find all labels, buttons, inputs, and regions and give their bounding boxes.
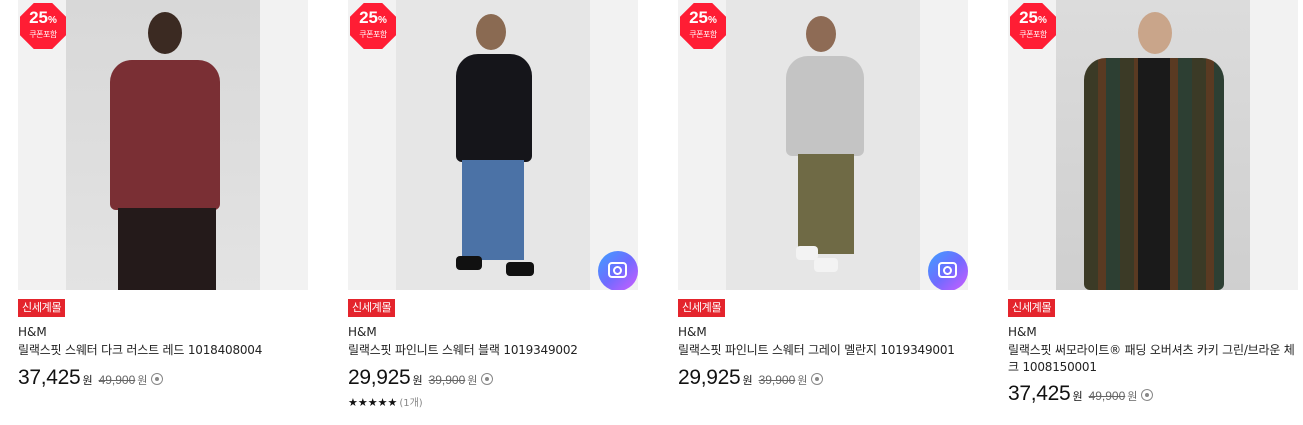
- rating[interactable]: ★★★★★ (1개): [348, 394, 423, 409]
- product-name[interactable]: 릴랙스핏 써모라이트® 패딩 오버셔츠 카키 그린/브라운 체크 1008150…: [1008, 342, 1298, 376]
- product-image[interactable]: 25% 쿠폰포함: [678, 0, 968, 290]
- price-row: 29,925 원 39,900 원: [678, 366, 824, 390]
- brand-name[interactable]: H&M: [678, 324, 707, 340]
- original-price: 49,900: [1088, 389, 1126, 403]
- sale-price: 37,425: [18, 366, 81, 389]
- original-price: 39,900: [428, 373, 466, 387]
- product-photo: [1056, 0, 1250, 290]
- discount-badge: 25% 쿠폰포함: [350, 3, 396, 49]
- product-card[interactable]: 25% 쿠폰포함 신세계몰 H&M 릴랙스핏 스웨터 다크 러스트 레드 101…: [18, 0, 308, 389]
- price-row: 37,425 원 49,900 원: [1008, 382, 1154, 406]
- store-tag: 신세계몰: [1008, 299, 1056, 317]
- product-card[interactable]: 25% 쿠폰포함 신세계몰 H&M 릴랙스핏 써모라이트® 패딩 오버셔츠 카키…: [1008, 0, 1298, 405]
- info-circle-icon[interactable]: [811, 373, 824, 385]
- sale-price: 29,925: [348, 366, 411, 389]
- info-circle-icon[interactable]: [481, 373, 494, 385]
- discount-badge: 25% 쿠폰포함: [20, 3, 66, 49]
- brand-name[interactable]: H&M: [348, 324, 377, 340]
- brand-name[interactable]: H&M: [18, 324, 47, 340]
- brand-name[interactable]: H&M: [1008, 324, 1037, 340]
- product-name[interactable]: 릴랙스핏 파인니트 스웨터 블랙 1019349002: [348, 342, 638, 359]
- review-count: (1개): [399, 398, 423, 409]
- discount-badge: 25% 쿠폰포함: [680, 3, 726, 49]
- sale-price: 37,425: [1008, 382, 1071, 405]
- product-name[interactable]: 릴랙스핏 파인니트 스웨터 그레이 멜란지 1019349001: [678, 342, 968, 359]
- product-photo: [396, 0, 590, 290]
- info-circle-icon[interactable]: [1141, 389, 1154, 401]
- store-tag: 신세계몰: [18, 299, 66, 317]
- price-row: 37,425 원 49,900 원: [18, 366, 164, 390]
- product-photo: [66, 0, 260, 290]
- store-tag: 신세계몰: [678, 299, 726, 317]
- camera-lens-icon[interactable]: [928, 251, 968, 290]
- discount-badge: 25% 쿠폰포함: [1010, 3, 1056, 49]
- product-grid: 25% 쿠폰포함 신세계몰 H&M 릴랙스핏 스웨터 다크 러스트 레드 101…: [0, 0, 1303, 425]
- price-row: 29,925 원 39,900 원: [348, 366, 494, 390]
- info-circle-icon[interactable]: [151, 373, 164, 385]
- product-card[interactable]: 25% 쿠폰포함 신세계몰 H&M 릴랙스핏 파인니트 스웨터 블랙 10193…: [348, 0, 638, 409]
- sale-price: 29,925: [678, 366, 741, 389]
- product-name[interactable]: 릴랙스핏 스웨터 다크 러스트 레드 1018408004: [18, 342, 308, 359]
- product-card[interactable]: 25% 쿠폰포함 신세계몰 H&M 릴랙스핏 파인니트 스웨터 그레이 멜란지 …: [678, 0, 968, 389]
- original-price: 49,900: [98, 373, 136, 387]
- original-price: 39,900: [758, 373, 796, 387]
- product-image[interactable]: 25% 쿠폰포함: [348, 0, 638, 290]
- product-photo: [726, 0, 920, 290]
- store-tag: 신세계몰: [348, 299, 396, 317]
- product-image[interactable]: 25% 쿠폰포함: [1008, 0, 1298, 290]
- rating-stars: ★★★★★: [348, 396, 398, 409]
- product-image[interactable]: 25% 쿠폰포함: [18, 0, 308, 290]
- camera-lens-icon[interactable]: [598, 251, 638, 290]
